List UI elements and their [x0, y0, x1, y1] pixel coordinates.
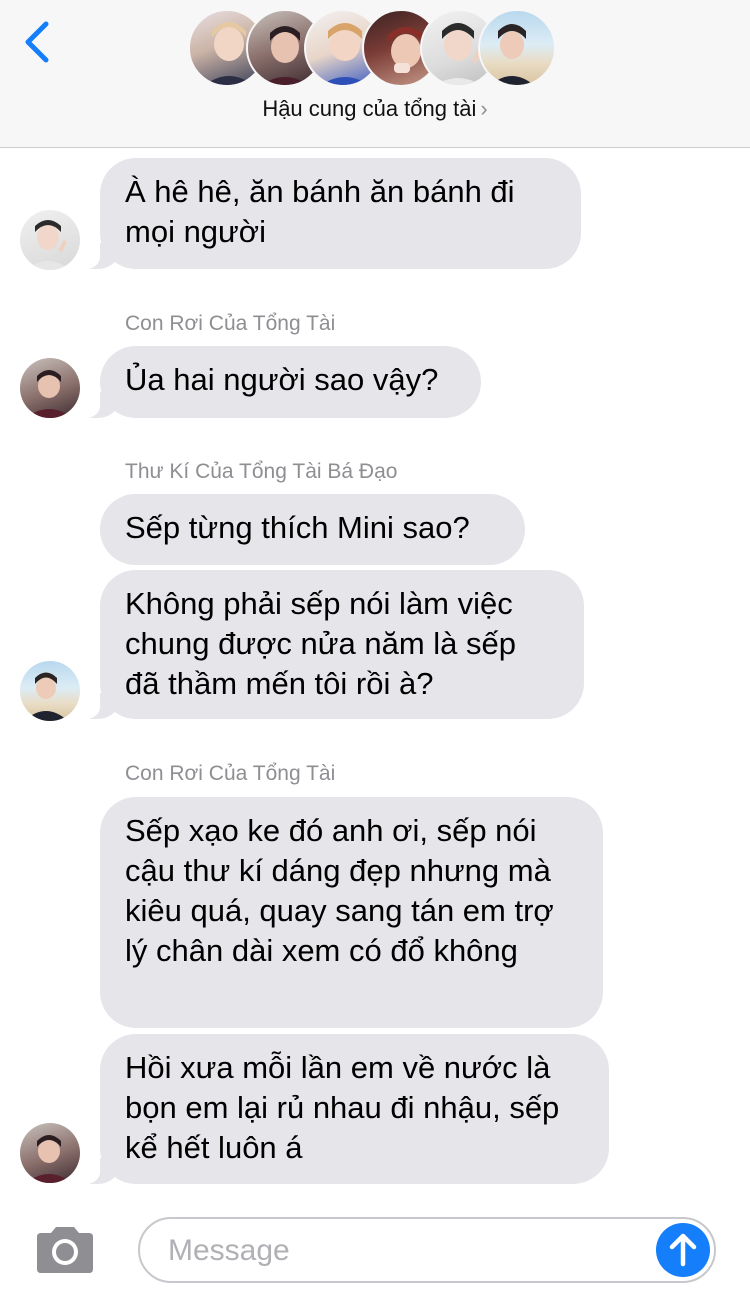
- sender-avatar[interactable]: [20, 358, 80, 418]
- sender-name: Con Rơi Của Tổng Tài: [125, 312, 336, 335]
- conversation-header: Hậu cung của tổng tài ›: [0, 0, 750, 148]
- message-text: Hồi xưa mỗi lần em về nước là bọn em lại…: [125, 1050, 560, 1165]
- message-bubble[interactable]: Không phải sếp nói làm việc chung được n…: [78, 570, 584, 719]
- sender-name: Con Rơi Của Tổng Tài: [125, 762, 336, 785]
- chevron-right-icon: ›: [480, 96, 488, 121]
- member-avatar: [478, 9, 556, 87]
- message-bubble[interactable]: Sếp xạo ke đó anh ơi, sếp nói cậu thư kí…: [100, 797, 603, 1028]
- message-text: Không phải sếp nói làm việc chung được n…: [125, 586, 516, 701]
- message-bubble[interactable]: À hê hê, ăn bánh ăn bánh đi mọi người: [78, 158, 581, 269]
- message-bubble[interactable]: Sếp từng thích Mini sao?: [100, 494, 525, 565]
- message-text: Sếp từng thích Mini sao?: [125, 510, 470, 545]
- sender-avatar[interactable]: [20, 661, 80, 721]
- message-text: À hê hê, ăn bánh ăn bánh đi mọi người: [125, 174, 515, 249]
- arrow-up-icon: [669, 1233, 697, 1267]
- group-name-button[interactable]: Hậu cung của tổng tài ›: [0, 96, 750, 122]
- message-bubble[interactable]: Hồi xưa mỗi lần em về nước là bọn em lại…: [78, 1034, 609, 1184]
- sender-name: Thư Kí Của Tổng Tài Bá Đạo: [125, 460, 398, 483]
- message-bubble[interactable]: Ủa hai người sao vậy?: [78, 346, 481, 418]
- message-input[interactable]: [166, 1229, 640, 1273]
- message-text: Sếp xạo ke đó anh ơi, sếp nói cậu thư kí…: [125, 813, 554, 968]
- back-button[interactable]: [18, 16, 58, 68]
- camera-button[interactable]: [33, 1225, 97, 1275]
- sender-avatar[interactable]: [20, 210, 80, 270]
- camera-icon: [37, 1227, 93, 1273]
- send-button[interactable]: [656, 1223, 710, 1277]
- message-text: Ủa hai người sao vậy?: [125, 362, 439, 397]
- chevron-left-icon: [25, 21, 49, 63]
- group-name: Hậu cung của tổng tài: [262, 96, 477, 121]
- sender-avatar[interactable]: [20, 1123, 80, 1183]
- group-avatars[interactable]: [188, 9, 568, 89]
- message-input-wrapper: [138, 1217, 716, 1283]
- message-composer: [0, 1200, 750, 1295]
